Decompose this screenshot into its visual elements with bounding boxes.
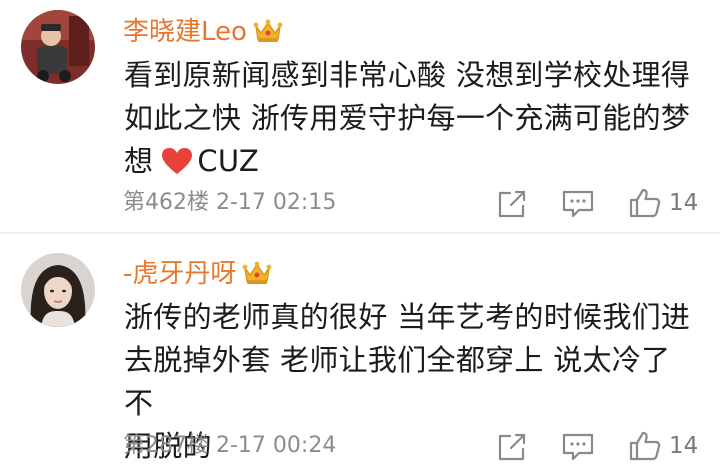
username[interactable]: 李晓建Leo	[123, 18, 283, 49]
timestamp: 2-17 02:15	[216, 190, 337, 215]
timestamp: 2-17 00:24	[216, 433, 337, 458]
share-icon[interactable]	[496, 431, 528, 463]
crown-icon	[253, 18, 283, 49]
heart-icon	[161, 144, 193, 187]
username-text[interactable]: 李晓建Leo	[123, 17, 247, 47]
comment-text: 看到原新闻感到非常心酸 没想到学校处理得 如此之快 浙传用爱守护每一个充满可能的…	[124, 54, 704, 187]
floor-number: 第462楼	[123, 190, 209, 215]
avatar[interactable]	[21, 10, 95, 84]
floor-number: 第287楼	[123, 433, 209, 458]
share-icon[interactable]	[496, 188, 528, 220]
comment-line-3: 想 CUZ	[124, 140, 704, 187]
reply-icon[interactable]	[561, 188, 595, 220]
like-icon[interactable]	[628, 430, 662, 462]
comment-meta: 第462楼 2-17 02:15	[123, 192, 336, 214]
avatar[interactable]	[21, 253, 95, 327]
comment-line: 浙传的老师真的很好 当年艺考的时候我们进	[124, 300, 691, 334]
comment-meta: 第287楼 2-17 00:24	[123, 435, 336, 457]
username[interactable]: -虎牙丹呀	[123, 260, 272, 291]
comment-suffix: CUZ	[197, 144, 260, 178]
comment-line: 如此之快 浙传用爱守护每一个充满可能的梦	[124, 101, 691, 135]
comment-line-text: 想	[124, 144, 154, 178]
like-count: 14	[669, 190, 699, 216]
comment-line: 去脱掉外套 老师让我们全都穿上 说太冷了 不	[124, 343, 671, 420]
like-icon[interactable]	[628, 187, 662, 219]
comment-item: 李晓建Leo 看到原新闻感到非常心酸 没想到学校处理得 如此之快 浙传用爱守护每…	[0, 0, 720, 233]
username-text[interactable]: -虎牙丹呀	[123, 259, 236, 289]
comment-line: 看到原新闻感到非常心酸 没想到学校处理得	[124, 58, 691, 92]
reply-icon[interactable]	[561, 431, 595, 463]
crown-icon	[242, 260, 272, 291]
comment-item: -虎牙丹呀 浙传的老师真的很好 当年艺考的时候我们进 去脱掉外套 老师让我们全都…	[0, 233, 720, 476]
like-count: 14	[669, 433, 699, 459]
